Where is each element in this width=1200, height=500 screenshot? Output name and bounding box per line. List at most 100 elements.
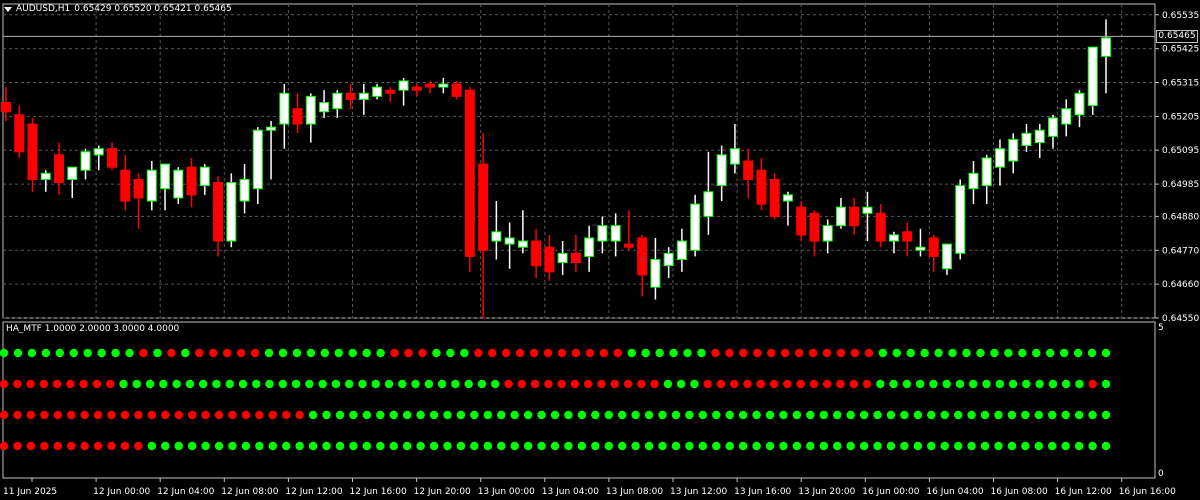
mtf-dot xyxy=(819,441,828,451)
mtf-dot xyxy=(833,410,842,420)
mtf-dot xyxy=(40,441,49,451)
mtf-dot xyxy=(1022,379,1031,389)
dropdown-arrow-icon[interactable] xyxy=(4,6,12,12)
mtf-dot xyxy=(470,410,479,420)
mtf-dot xyxy=(886,441,896,451)
mtf-dot xyxy=(55,348,64,358)
candle-body xyxy=(835,206,846,227)
candle-body xyxy=(1021,132,1032,147)
mtf-dot xyxy=(1007,410,1017,420)
mtf-dot xyxy=(752,410,761,420)
candle-body xyxy=(186,166,197,196)
mtf-dot xyxy=(822,379,832,389)
mtf-dot xyxy=(1073,348,1083,358)
mtf-dot xyxy=(515,348,525,358)
mtf-dot xyxy=(228,441,237,451)
time-tick-label: 16 Jun 12:00 xyxy=(1055,487,1112,497)
candle-body xyxy=(173,169,184,199)
mtf-dot xyxy=(530,379,540,389)
mtf-dot xyxy=(557,379,566,389)
mtf-dot xyxy=(658,441,667,451)
mtf-dot xyxy=(663,379,673,389)
mtf-dot xyxy=(730,379,739,389)
price-tick-label: 0.65315 xyxy=(1162,79,1199,89)
mtf-dot xyxy=(892,348,901,358)
candle-body xyxy=(292,108,303,125)
chart-header: AUDUSD,H1 0.65429 0.65520 0.65421 0.6546… xyxy=(4,4,232,14)
mtf-dot xyxy=(1032,348,1041,358)
mtf-dot xyxy=(308,441,318,451)
mtf-dot xyxy=(698,410,708,420)
mtf-dot xyxy=(876,379,885,389)
mtf-dot xyxy=(134,410,143,420)
mtf-dot xyxy=(198,379,208,389)
time-tick-label: 12 Jun 04:00 xyxy=(157,487,214,497)
mtf-dot xyxy=(550,410,560,420)
candle-body xyxy=(504,237,515,245)
mtf-dot xyxy=(358,379,367,389)
mtf-dot xyxy=(451,379,460,389)
mtf-dot xyxy=(389,441,398,451)
mtf-dot xyxy=(1048,410,1057,420)
mtf-dot xyxy=(53,410,62,420)
time-tick-label: 13 Jun 12:00 xyxy=(670,487,727,497)
price-tick-label: 0.65095 xyxy=(1162,146,1199,156)
mtf-dot xyxy=(93,441,103,451)
mtf-dot xyxy=(808,348,818,358)
candle-body xyxy=(517,240,528,248)
mtf-dot xyxy=(1101,441,1111,451)
mtf-dot xyxy=(900,410,909,420)
mtf-dot xyxy=(52,379,62,389)
mtf-dot xyxy=(268,441,277,451)
mtf-dot xyxy=(477,379,487,389)
candle-body xyxy=(40,172,51,180)
price-tick-label: 0.64660 xyxy=(1162,280,1199,290)
mtf-dot xyxy=(779,410,788,420)
mtf-dot xyxy=(334,348,343,358)
mtf-dot xyxy=(510,410,519,420)
price-tick-label: 0.64550 xyxy=(1162,314,1199,324)
mtf-dot xyxy=(376,348,385,358)
mtf-dot xyxy=(27,348,37,358)
mtf-dot xyxy=(836,348,846,358)
mtf-dot xyxy=(1035,379,1044,389)
price-tick-label: 0.65425 xyxy=(1162,45,1199,55)
mtf-dot xyxy=(26,441,36,451)
mtf-dot xyxy=(862,379,872,389)
candle-body xyxy=(623,243,634,248)
mtf-dot xyxy=(716,379,726,389)
mtf-dot xyxy=(523,441,533,451)
mtf-dot xyxy=(488,348,497,358)
mtf-dot xyxy=(962,348,971,358)
mtf-dot xyxy=(537,410,546,420)
mtf-dot xyxy=(470,441,479,451)
candle-body xyxy=(226,182,237,242)
mtf-dot xyxy=(769,379,779,389)
mtf-dot xyxy=(953,410,963,420)
symbol-label: AUDUSD,H1 xyxy=(16,4,71,14)
candle-body xyxy=(928,237,939,257)
candle-body xyxy=(557,252,568,264)
mtf-dot xyxy=(850,348,860,358)
mtf-dot xyxy=(93,410,103,420)
mtf-dot xyxy=(265,379,274,389)
candle-body xyxy=(120,169,131,202)
mtf-dot xyxy=(252,379,261,389)
indicator-pane-frame xyxy=(2,321,1156,479)
time-tick-label: 12 Jun 08:00 xyxy=(221,487,278,497)
mtf-dot xyxy=(697,348,706,358)
mtf-dot xyxy=(185,379,195,389)
mtf-dot xyxy=(264,348,274,358)
mtf-dot xyxy=(676,379,686,389)
candle-body xyxy=(93,148,104,156)
mtf-dot xyxy=(53,441,62,451)
candle-body xyxy=(398,80,409,91)
mtf-dot xyxy=(617,410,627,420)
mtf-dot xyxy=(756,379,765,389)
price-chart[interactable]: 0.65535 0.65425 0.65315 0.65205 0.65095 0.649… xyxy=(0,0,1200,500)
mtf-dot xyxy=(432,348,441,358)
mtf-dot xyxy=(671,441,681,451)
mtf-dot xyxy=(725,441,734,451)
mtf-dot xyxy=(610,379,619,389)
mtf-dot xyxy=(305,379,314,389)
